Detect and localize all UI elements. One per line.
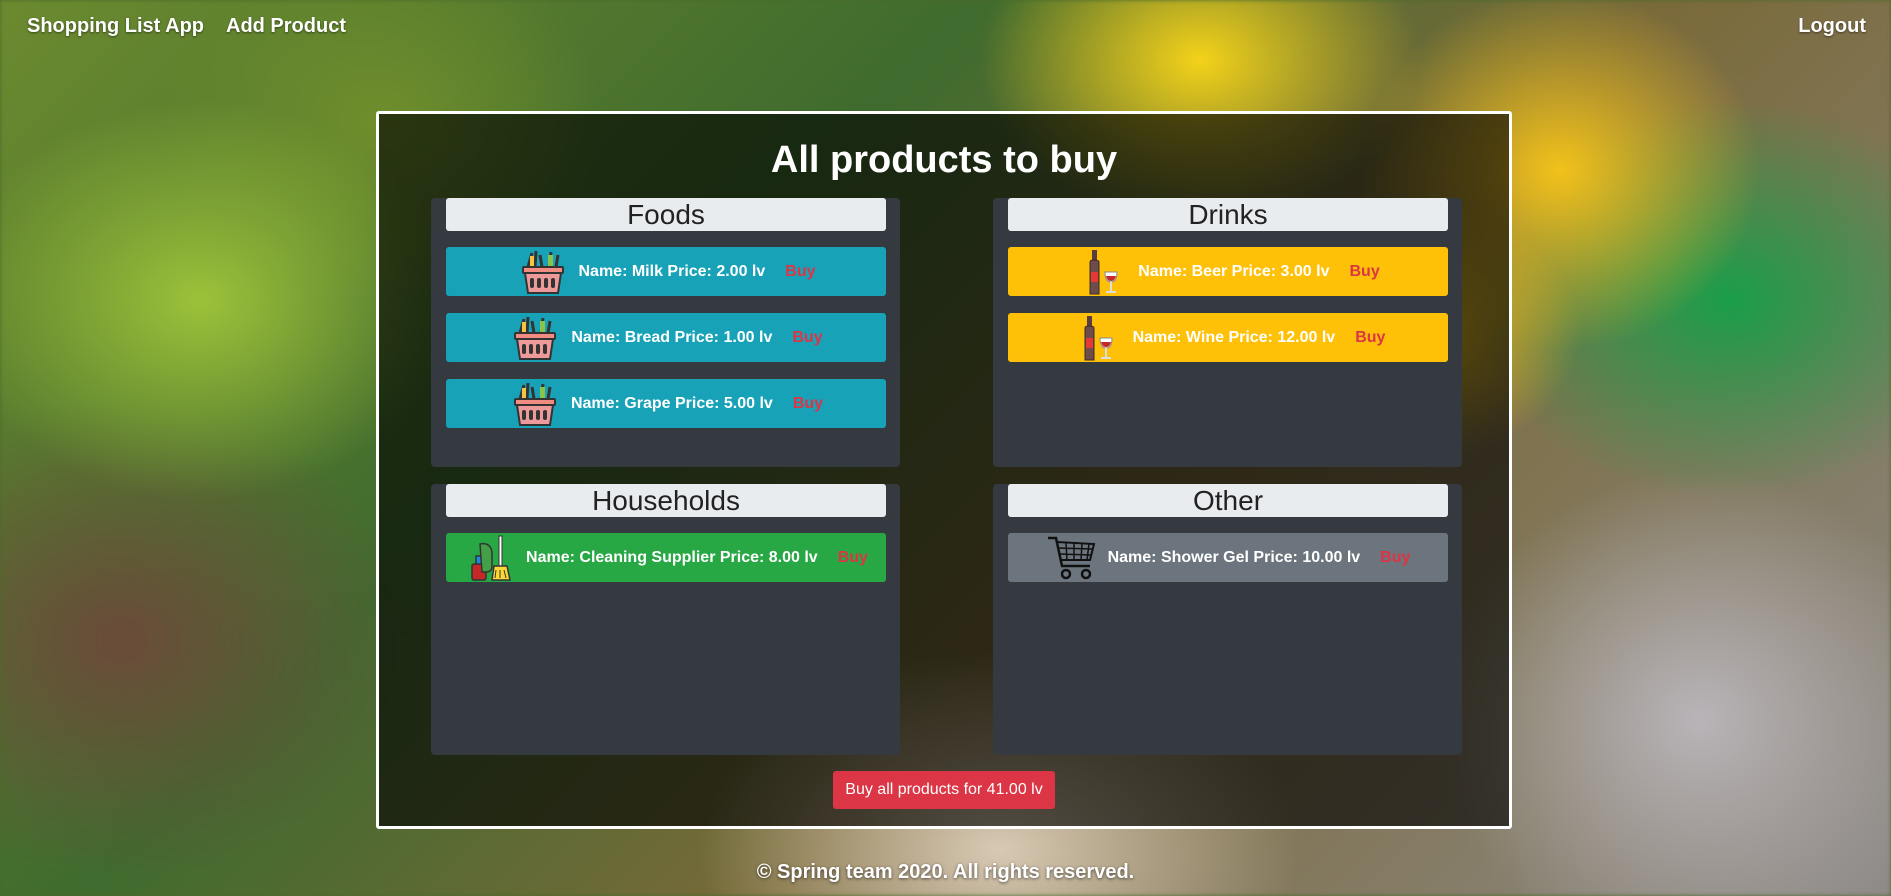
grocery-basket-icon bbox=[509, 315, 561, 361]
product-text: Name: Cleaning Supplier Price: 8.00 lv bbox=[526, 548, 818, 566]
category-households: Households Name: Cleaning Supplier Price… bbox=[431, 484, 900, 755]
buy-link[interactable]: Buy bbox=[1349, 263, 1379, 281]
wine-bottle-icon bbox=[1071, 315, 1123, 361]
brand-link[interactable]: Shopping List App bbox=[27, 15, 204, 38]
product-item: Name: Wine Price: 12.00 lv Buy bbox=[1008, 313, 1448, 362]
shopping-cart-icon bbox=[1046, 535, 1098, 581]
product-item: Name: Cleaning Supplier Price: 8.00 lv B… bbox=[446, 533, 886, 582]
product-item: Name: Bread Price: 1.00 lv Buy bbox=[446, 313, 886, 362]
wine-bottle-icon bbox=[1076, 249, 1128, 295]
buy-link[interactable]: Buy bbox=[793, 395, 823, 413]
category-header: Drinks bbox=[1008, 198, 1448, 231]
product-text: Name: Beer Price: 3.00 lv bbox=[1138, 262, 1330, 280]
product-text: Name: Milk Price: 2.00 lv bbox=[578, 262, 766, 280]
products-panel: All products to buy Foods Name: Milk Pri… bbox=[376, 111, 1512, 829]
category-header: Households bbox=[446, 484, 886, 517]
top-navbar: Shopping List App Add Product Logout bbox=[0, 0, 1891, 54]
buy-all-button[interactable]: Buy all products for 41.00 lv bbox=[833, 771, 1055, 809]
product-text: Name: Grape Price: 5.00 lv bbox=[570, 394, 773, 412]
buy-link[interactable]: Buy bbox=[785, 263, 815, 281]
product-text: Name: Bread Price: 1.00 lv bbox=[571, 328, 773, 346]
buy-link[interactable]: Buy bbox=[1355, 329, 1385, 347]
product-item: Name: Grape Price: 5.00 lv Buy bbox=[446, 379, 886, 428]
category-drinks: Drinks Name: Beer Price: 3.00 lv Buy Nam… bbox=[993, 198, 1462, 467]
footer-text: © Spring team 2020. All rights reserved. bbox=[756, 861, 1135, 883]
logout-link[interactable]: Logout bbox=[1798, 15, 1866, 38]
cleaning-supplies-icon bbox=[464, 535, 516, 581]
category-header: Foods bbox=[446, 198, 886, 231]
buy-link[interactable]: Buy bbox=[1380, 549, 1410, 567]
add-product-link[interactable]: Add Product bbox=[226, 15, 346, 38]
category-foods: Foods Name: Milk Price: 2.00 lv Buy Name… bbox=[431, 198, 900, 467]
product-text: Name: Shower Gel Price: 10.00 lv bbox=[1107, 548, 1361, 566]
buy-link[interactable]: Buy bbox=[792, 329, 822, 347]
category-other: Other Name: Shower Gel Price: 10.00 lv B… bbox=[993, 484, 1462, 755]
category-header: Other bbox=[1008, 484, 1448, 517]
page-title: All products to buy bbox=[770, 139, 1118, 181]
product-item: Name: Shower Gel Price: 10.00 lv Buy bbox=[1008, 533, 1448, 582]
grocery-basket-icon bbox=[509, 381, 561, 427]
product-item: Name: Beer Price: 3.00 lv Buy bbox=[1008, 247, 1448, 296]
grocery-basket-icon bbox=[517, 249, 569, 295]
product-text: Name: Wine Price: 12.00 lv bbox=[1132, 328, 1336, 346]
buy-link[interactable]: Buy bbox=[838, 549, 868, 567]
product-item: Name: Milk Price: 2.00 lv Buy bbox=[446, 247, 886, 296]
